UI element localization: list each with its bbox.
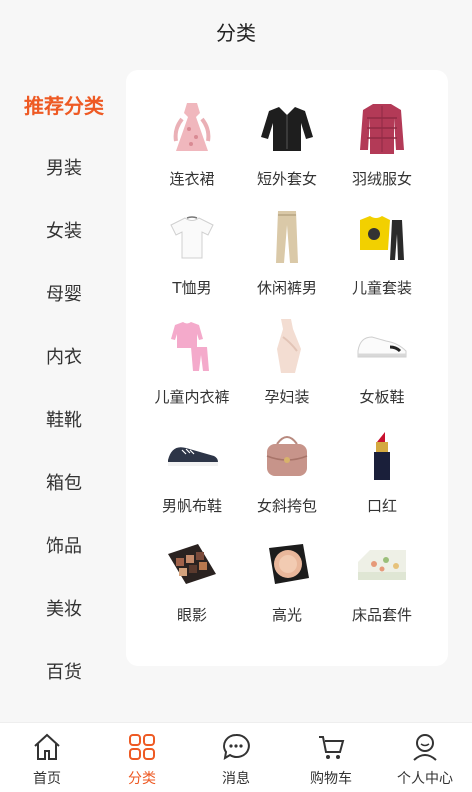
sidebar-item-label: 内衣 — [46, 347, 82, 368]
subcategory-item[interactable]: 女斜挎包 — [237, 425, 337, 525]
bottom-tab-bar: 首页 分类 消息 购物车 个人中心 — [0, 722, 472, 792]
sidebar-item-beauty[interactable]: 美妆 — [0, 588, 128, 628]
tab-label: 个人中心 — [397, 771, 453, 787]
sidebar-item-label: 推荐分类 — [24, 93, 104, 118]
subcategory-label: 儿童内衣裤 — [154, 388, 230, 406]
sidebar-item-underwear[interactable]: 内衣 — [0, 336, 128, 376]
subcategory-label: 口红 — [366, 497, 397, 515]
sidebar-item-label: 美妆 — [46, 599, 82, 620]
subcategory-label: T恤男 — [172, 279, 212, 297]
dress-icon — [162, 98, 222, 158]
sidebar-item-recommended[interactable]: 推荐分类 — [0, 84, 128, 124]
highlighter-icon — [257, 534, 317, 594]
subcategory-label: 孕妇装 — [264, 388, 310, 406]
subcategory-item[interactable]: 口红 — [332, 425, 432, 525]
cardigan-icon — [257, 98, 317, 158]
page-title: 分类 — [216, 20, 256, 45]
sidebar-item-label: 母婴 — [46, 284, 82, 305]
trousers-icon — [257, 207, 317, 267]
sidebar-item-label: 鞋靴 — [46, 410, 82, 431]
message-icon — [220, 731, 252, 763]
sidebar-item-bags[interactable]: 箱包 — [0, 462, 128, 502]
subcategory-label: 儿童套装 — [351, 279, 412, 297]
lipstick-icon — [352, 425, 412, 485]
category-sidebar: 推荐分类 男装 女装 母婴 内衣 鞋靴 箱包 饰品 美妆 百货 — [0, 70, 128, 720]
subcategory-item[interactable]: 儿童套装 — [332, 207, 432, 307]
tab-messages[interactable]: 消息 — [191, 731, 281, 789]
subcategory-item[interactable]: 连衣裙 — [142, 98, 242, 198]
kids-underwear-icon — [162, 316, 222, 376]
sidebar-item-label: 饰品 — [46, 536, 82, 557]
kids-set-icon — [352, 207, 412, 267]
category-icon — [126, 731, 158, 763]
subcategory-item[interactable]: 男帆布鞋 — [142, 425, 242, 525]
sidebar-item-maternity-baby[interactable]: 母婴 — [0, 273, 128, 313]
sidebar-item-label: 男装 — [46, 158, 82, 179]
subcategory-label: 短外套女 — [256, 170, 317, 188]
sidebar-item-label: 百货 — [46, 662, 82, 683]
subcategory-label: 休闲裤男 — [256, 279, 317, 297]
subcategory-item[interactable]: 休闲裤男 — [237, 207, 337, 307]
subcategory-item[interactable]: 床品套件 — [332, 534, 432, 634]
sneaker-icon — [352, 316, 412, 376]
tab-category[interactable]: 分类 — [97, 731, 187, 789]
subcategory-label: 女板鞋 — [359, 388, 405, 406]
subcategory-item[interactable]: 眼影 — [142, 534, 242, 634]
subcategory-label: 床品套件 — [351, 606, 412, 624]
maternity-dress-icon — [257, 316, 317, 376]
sidebar-item-label: 女装 — [46, 221, 82, 242]
tab-label: 消息 — [222, 771, 250, 787]
sidebar-item-womenswear[interactable]: 女装 — [0, 210, 128, 250]
subcategory-label: 高光 — [271, 606, 302, 624]
sidebar-item-shoes[interactable]: 鞋靴 — [0, 399, 128, 439]
home-icon — [31, 731, 63, 763]
subcategory-item[interactable]: 羽绒服女 — [332, 98, 432, 198]
subcategory-item[interactable]: T恤男 — [142, 207, 242, 307]
subcategory-label: 眼影 — [176, 606, 207, 624]
eyeshadow-icon — [162, 534, 222, 594]
sidebar-item-general-goods[interactable]: 百货 — [0, 651, 128, 691]
tab-label: 首页 — [33, 771, 61, 787]
subcategory-item[interactable]: 高光 — [237, 534, 337, 634]
tshirt-icon — [162, 207, 222, 267]
bedding-icon — [352, 534, 412, 594]
profile-icon — [409, 731, 441, 763]
subcategory-item[interactable]: 短外套女 — [237, 98, 337, 198]
tab-home[interactable]: 首页 — [2, 731, 92, 789]
down-jacket-icon — [352, 98, 412, 158]
tab-cart[interactable]: 购物车 — [286, 731, 376, 789]
tab-label: 分类 — [128, 771, 156, 787]
header: 分类 — [0, 0, 472, 62]
tab-label: 购物车 — [310, 771, 352, 787]
canvas-shoe-icon — [162, 425, 222, 485]
subcategory-label: 羽绒服女 — [351, 170, 412, 188]
sidebar-item-label: 箱包 — [46, 473, 82, 494]
cart-icon — [315, 731, 347, 763]
subcategory-panel: 连衣裙 短外套女 羽绒服女 T恤男 休闲裤男 儿童套装 儿童内衣裤 孕妇装 女板… — [126, 70, 448, 666]
subcategory-item[interactable]: 女板鞋 — [332, 316, 432, 416]
sidebar-item-accessories[interactable]: 饰品 — [0, 525, 128, 565]
subcategory-item[interactable]: 孕妇装 — [237, 316, 337, 416]
subcategory-label: 女斜挎包 — [256, 497, 317, 515]
subcategory-label: 男帆布鞋 — [161, 497, 222, 515]
subcategory-label: 连衣裙 — [169, 170, 215, 188]
crossbody-bag-icon — [257, 425, 317, 485]
sidebar-item-menswear[interactable]: 男装 — [0, 147, 128, 187]
tab-profile[interactable]: 个人中心 — [380, 731, 470, 789]
subcategory-item[interactable]: 儿童内衣裤 — [142, 316, 242, 416]
